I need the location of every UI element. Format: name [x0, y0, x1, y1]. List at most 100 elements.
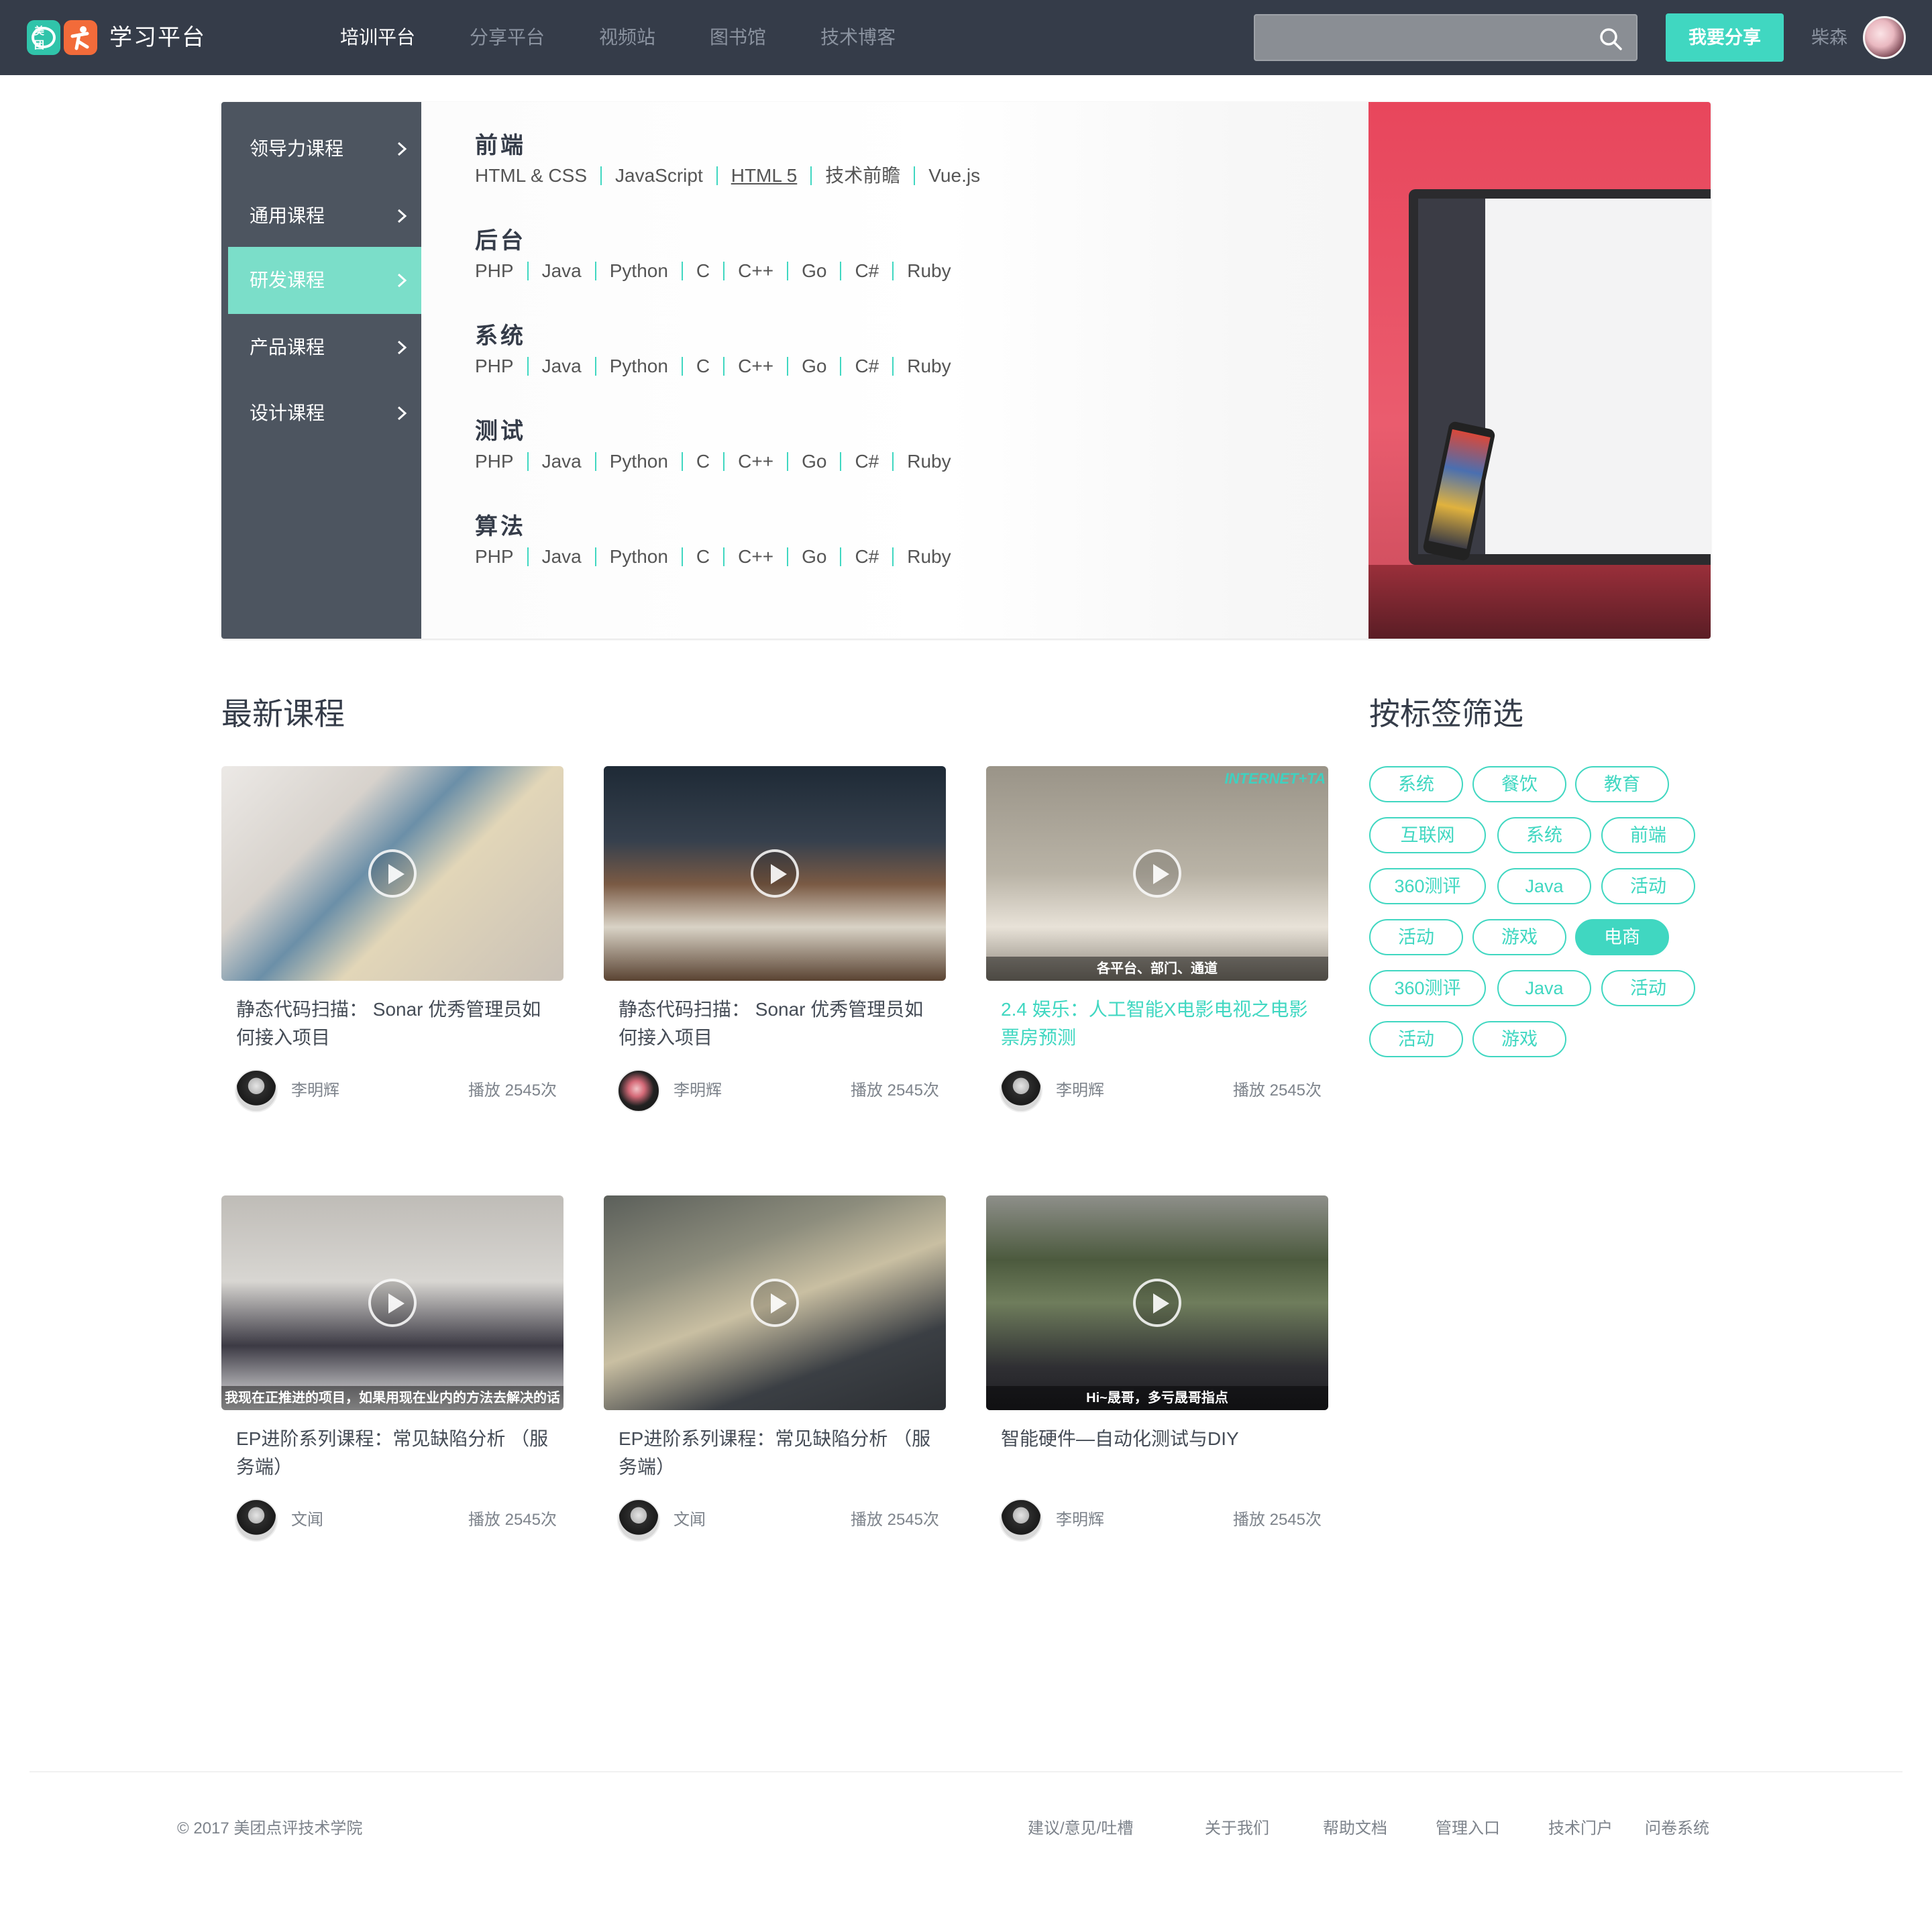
author-name[interactable]: 李明辉 — [674, 1069, 722, 1112]
category-link[interactable]: PHP — [475, 543, 514, 570]
course-card[interactable]: 我现在正推进的项目，如果用现在业内的方法去解决的话 EP进阶系列课程：常见缺陷分析… — [221, 1195, 564, 1544]
tag-chip[interactable]: 活动 — [1601, 868, 1695, 904]
tag-chip[interactable]: 360测评 — [1369, 868, 1486, 904]
category-link[interactable]: Python — [610, 543, 668, 570]
tag-chip[interactable]: 游戏 — [1472, 1021, 1566, 1057]
category-link[interactable]: HTML 5 — [731, 162, 798, 189]
category-link[interactable]: HTML & CSS — [475, 162, 587, 189]
sidebar-item-leadership[interactable]: 领导力课程 — [228, 115, 421, 182]
tag-chip[interactable]: 360测评 — [1369, 970, 1486, 1006]
course-card[interactable]: Hi~晟哥，多亏晟哥指点 智能硬件—自动化测试与DIY 李明辉 播放 2545次 — [986, 1195, 1328, 1544]
category-link[interactable]: Ruby — [907, 353, 951, 380]
tag-chip[interactable]: 教育 — [1575, 766, 1669, 802]
author-name[interactable]: 文闻 — [291, 1499, 323, 1542]
meituan-logo-icon[interactable]: 美团 — [27, 20, 60, 55]
category-link[interactable]: Vue.js — [928, 162, 980, 189]
category-link[interactable]: C — [696, 543, 710, 570]
tag-chip[interactable]: 活动 — [1369, 1021, 1463, 1057]
tag-chip[interactable]: 活动 — [1369, 919, 1463, 955]
category-link[interactable]: Go — [802, 258, 826, 284]
footer-link-feedback[interactable]: 建议/意见/吐槽 — [1028, 1815, 1133, 1842]
sidebar-item-rd[interactable]: 研发课程 — [228, 247, 421, 314]
author-avatar[interactable] — [617, 1499, 660, 1542]
category-link[interactable]: Java — [542, 448, 582, 475]
footer-link-tech-portal[interactable]: 技术门户 — [1548, 1815, 1613, 1842]
author-avatar[interactable] — [235, 1499, 278, 1542]
author-avatar[interactable] — [235, 1069, 278, 1112]
category-link[interactable]: Java — [542, 353, 582, 380]
nav-sharing[interactable]: 分享平台 — [470, 20, 545, 55]
username[interactable]: 柴森 — [1811, 20, 1847, 55]
category-link[interactable]: Python — [610, 258, 668, 284]
tag-chip[interactable]: Java — [1497, 970, 1591, 1006]
category-link[interactable]: C++ — [738, 353, 773, 380]
search-icon[interactable] — [1599, 27, 1623, 51]
search-input[interactable] — [1266, 23, 1588, 53]
category-link[interactable]: C++ — [738, 448, 773, 475]
course-card[interactable]: 静态代码扫描： Sonar 优秀管理员如何接入项目 李明辉 播放 2545次 — [604, 766, 946, 1115]
category-link[interactable]: C — [696, 258, 710, 284]
category-link[interactable]: Go — [802, 448, 826, 475]
course-title[interactable]: EP进阶系列课程：常见缺陷分析 （服务端） — [236, 1425, 551, 1481]
tag-chip[interactable]: Java — [1497, 868, 1591, 904]
app-title[interactable]: 学习平台 — [109, 20, 206, 55]
footer-link-survey[interactable]: 问卷系统 — [1645, 1815, 1709, 1842]
course-title[interactable]: 2.4 娱乐：人工智能X电影电视之电影票房预测 — [1001, 996, 1316, 1052]
course-thumbnail[interactable]: INTERNET+TA 各平台、部门、通道 — [986, 766, 1328, 981]
category-link[interactable]: Ruby — [907, 258, 951, 284]
category-link[interactable]: Java — [542, 543, 582, 570]
category-link[interactable]: Go — [802, 543, 826, 570]
course-card[interactable]: 静态代码扫描： Sonar 优秀管理员如何接入项目 李明辉 播放 2545次 — [221, 766, 564, 1115]
author-name[interactable]: 李明辉 — [291, 1069, 339, 1112]
user-avatar[interactable] — [1863, 16, 1906, 59]
category-link[interactable]: C — [696, 353, 710, 380]
category-link[interactable]: C# — [855, 258, 879, 284]
nav-training[interactable]: 培训平台 — [340, 20, 415, 55]
category-link[interactable]: C# — [855, 353, 879, 380]
category-link[interactable]: C++ — [738, 258, 773, 284]
course-thumbnail[interactable] — [221, 766, 564, 981]
tag-chip[interactable]: 活动 — [1601, 970, 1695, 1006]
author-avatar[interactable] — [1000, 1069, 1042, 1112]
course-card[interactable]: EP进阶系列课程：常见缺陷分析 （服务端） 文闻 播放 2545次 — [604, 1195, 946, 1544]
tag-chip[interactable]: 系统 — [1369, 766, 1463, 802]
nav-library[interactable]: 图书馆 — [710, 20, 766, 55]
play-icon[interactable] — [751, 1279, 799, 1327]
tag-chip[interactable]: 前端 — [1601, 817, 1695, 853]
category-link[interactable]: Ruby — [907, 543, 951, 570]
author-name[interactable]: 李明辉 — [1056, 1069, 1104, 1112]
play-icon[interactable] — [751, 849, 799, 898]
author-name[interactable]: 李明辉 — [1056, 1499, 1104, 1542]
sidebar-item-product[interactable]: 产品课程 — [228, 314, 421, 381]
category-link[interactable]: PHP — [475, 448, 514, 475]
author-avatar[interactable] — [617, 1069, 660, 1112]
category-link[interactable]: JavaScript — [615, 162, 703, 189]
category-link[interactable]: 技术前瞻 — [825, 162, 900, 189]
nav-tech-blog[interactable]: 技术博客 — [820, 20, 896, 55]
category-link[interactable]: C — [696, 448, 710, 475]
nav-video[interactable]: 视频站 — [599, 20, 655, 55]
course-title[interactable]: 静态代码扫描： Sonar 优秀管理员如何接入项目 — [619, 996, 934, 1052]
author-avatar[interactable] — [1000, 1499, 1042, 1542]
course-title[interactable]: 智能硬件—自动化测试与DIY — [1001, 1425, 1316, 1453]
course-card[interactable]: INTERNET+TA 各平台、部门、通道 2.4 娱乐：人工智能X电影电视之电影票… — [986, 766, 1328, 1115]
category-link[interactable]: PHP — [475, 353, 514, 380]
course-thumbnail[interactable]: 我现在正推进的项目，如果用现在业内的方法去解决的话 — [221, 1195, 564, 1410]
course-thumbnail[interactable] — [604, 1195, 946, 1410]
category-link[interactable]: Ruby — [907, 448, 951, 475]
play-icon[interactable] — [368, 849, 417, 898]
category-link[interactable]: Python — [610, 448, 668, 475]
course-thumbnail[interactable]: Hi~晟哥，多亏晟哥指点 — [986, 1195, 1328, 1410]
tag-chip[interactable]: 互联网 — [1369, 817, 1486, 853]
category-link[interactable]: C# — [855, 543, 879, 570]
dianping-logo-icon[interactable] — [64, 20, 97, 55]
footer-link-admin[interactable]: 管理入口 — [1436, 1815, 1500, 1842]
sidebar-item-general[interactable]: 通用课程 — [228, 182, 421, 250]
category-link[interactable]: PHP — [475, 258, 514, 284]
category-link[interactable]: Python — [610, 353, 668, 380]
footer-link-help[interactable]: 帮助文档 — [1323, 1815, 1387, 1842]
category-link[interactable]: Go — [802, 353, 826, 380]
play-icon[interactable] — [1133, 1279, 1181, 1327]
play-icon[interactable] — [1133, 849, 1181, 898]
category-link[interactable]: C++ — [738, 543, 773, 570]
